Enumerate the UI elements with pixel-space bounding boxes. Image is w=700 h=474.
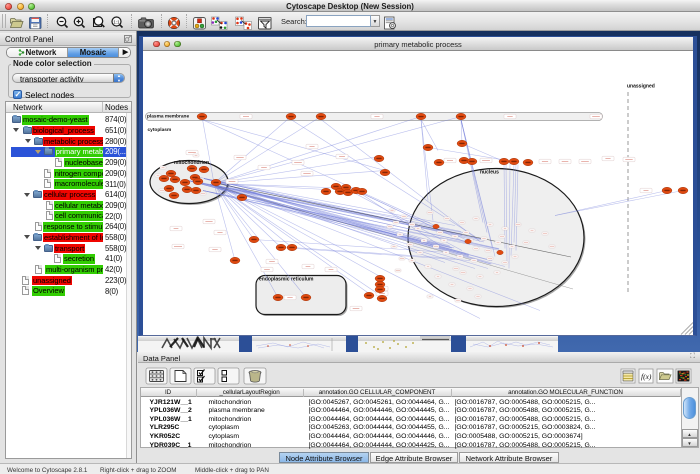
svg-text:plasma membrane: plasma membrane <box>147 114 189 120</box>
svg-text:f(x): f(x) <box>641 372 652 381</box>
svg-text:unassigned: unassigned <box>627 84 655 90</box>
svg-text:1:1: 1:1 <box>113 19 120 24</box>
svg-text:nucleus: nucleus <box>480 170 499 176</box>
svg-text:cytoplasm: cytoplasm <box>148 127 172 133</box>
svg-text:endoplasmic reticulum: endoplasmic reticulum <box>259 277 314 283</box>
